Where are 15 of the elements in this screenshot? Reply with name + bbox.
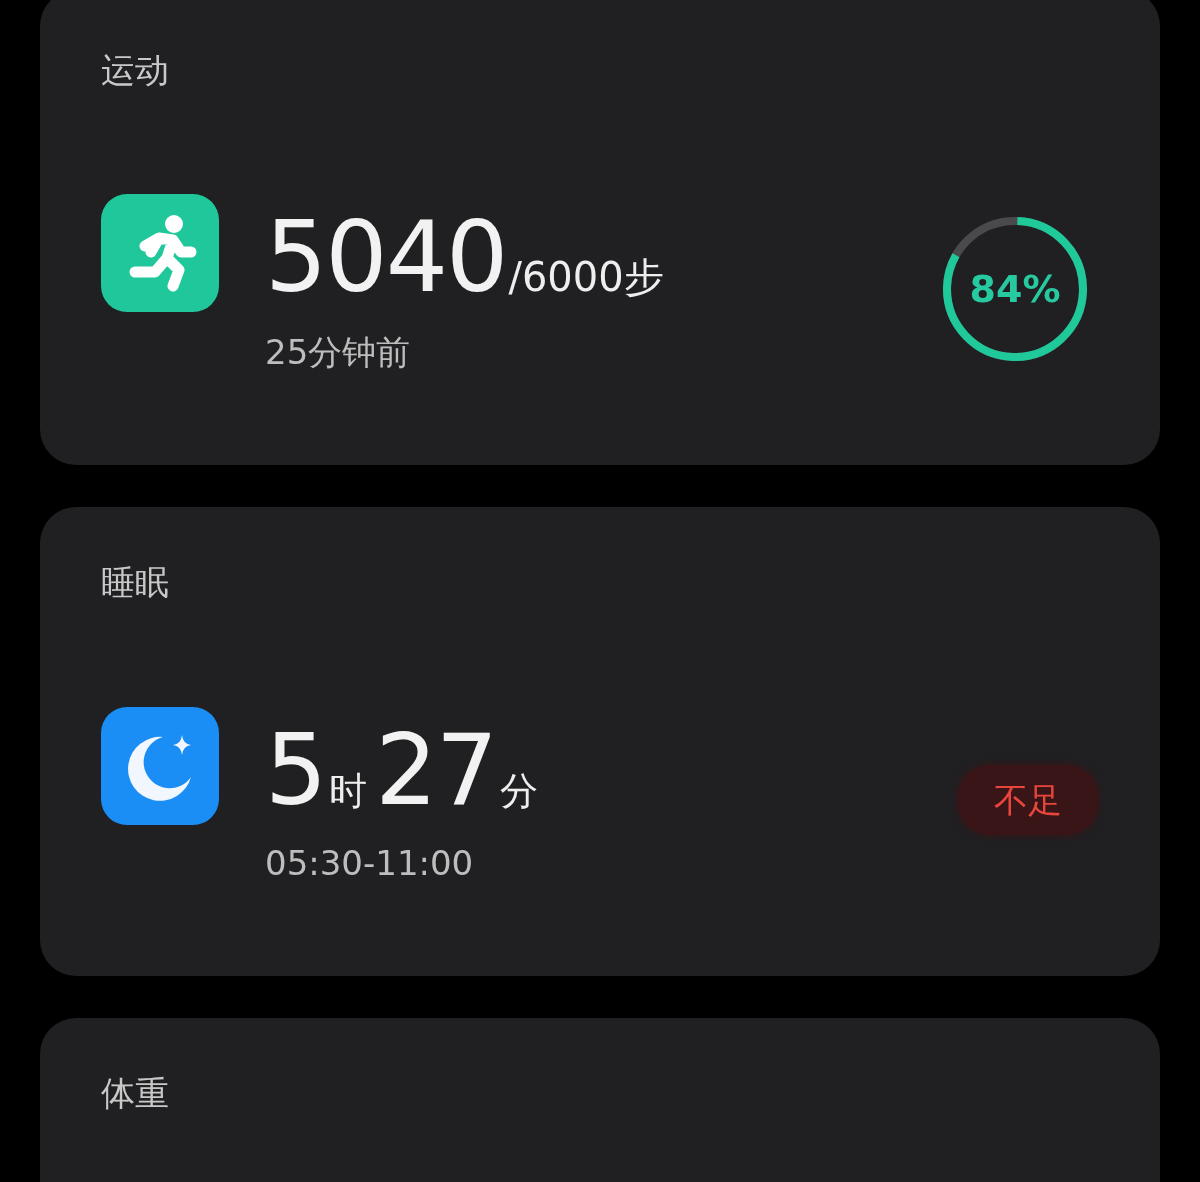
- moon-icon: [101, 707, 219, 825]
- percent-text: 84%: [969, 266, 1061, 312]
- subtitle-text: 25分钟前: [265, 331, 411, 374]
- duration-value: 5: [265, 715, 326, 825]
- step-goal: /6000步: [508, 253, 664, 302]
- card-title: 运动: [101, 49, 169, 92]
- subtitle-text: 05:30-11:00: [265, 843, 474, 883]
- duration-unit: 分: [500, 768, 539, 815]
- status-badge: 不足: [958, 765, 1098, 835]
- card-title: 体重: [101, 1072, 169, 1115]
- runner-icon: [101, 194, 219, 312]
- duration-unit: 时: [329, 768, 368, 815]
- duration-value: 27: [375, 715, 497, 825]
- step-count: 5040: [265, 202, 507, 312]
- card-title: 睡眠: [101, 561, 169, 604]
